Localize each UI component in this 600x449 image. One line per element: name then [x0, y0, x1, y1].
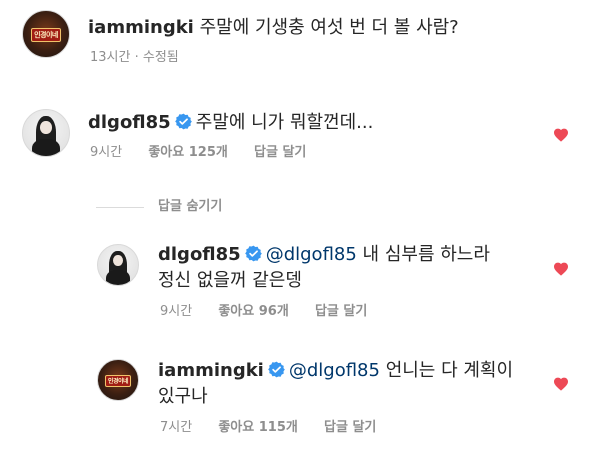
reply-time[interactable]: 9시간: [160, 304, 192, 319]
reply-text-row: iammingki @dlgofl85 언니는 다 계획이: [158, 358, 513, 384]
heart-icon[interactable]: [553, 127, 569, 142]
comment-text-row: dlgofl85 주말에 니가 뭐할껀데...: [88, 110, 373, 136]
comment-text: 주말에 기생충 여섯 번 더 볼 사람?: [199, 17, 459, 38]
heart-icon[interactable]: [553, 376, 569, 391]
comment-username[interactable]: iammingki: [88, 17, 194, 38]
avatar[interactable]: [97, 244, 139, 286]
verified-badge-icon: [244, 245, 262, 262]
verified-badge-icon: [268, 361, 285, 378]
comment-meta: 13시간 · 수정됨: [90, 50, 179, 66]
mention-link[interactable]: @dlgofl85: [289, 360, 380, 381]
avatar[interactable]: 인경이네: [22, 10, 70, 58]
avatar-sign: 인경이네: [31, 28, 61, 42]
comment-username[interactable]: dlgofl85: [88, 112, 171, 133]
reply-text: 언니는 다 계획이: [385, 360, 514, 381]
reply-button[interactable]: 답글 달기: [315, 304, 367, 319]
hide-replies-button[interactable]: 답글 숨기기: [158, 199, 222, 215]
comment-text-row: iammingki 주말에 기생충 여섯 번 더 볼 사람?: [88, 15, 459, 41]
heart-icon[interactable]: [553, 261, 569, 276]
avatar[interactable]: [22, 109, 70, 157]
reply-username[interactable]: dlgofl85: [158, 244, 241, 265]
reply-time[interactable]: 7시간: [160, 420, 192, 435]
reply-text-line2: 있구나: [158, 386, 208, 407]
comment-time[interactable]: 13시간: [90, 50, 130, 65]
divider: [96, 207, 144, 208]
verified-badge-icon: [174, 113, 192, 130]
avatar-sign: 인경이네: [105, 375, 131, 387]
reply-username[interactable]: iammingki: [158, 360, 264, 381]
reply-meta: 9시간 좋아요 96개 답글 달기: [160, 304, 367, 320]
reply-meta: 7시간 좋아요 115개 답글 달기: [160, 420, 376, 436]
reply-text: 내 심부름 하느라: [362, 244, 490, 265]
comment-meta: 9시간 좋아요 125개 답글 달기: [90, 145, 306, 161]
mention-link[interactable]: @dlgofl85: [266, 244, 357, 265]
likes-count[interactable]: 좋아요 96개: [218, 304, 288, 319]
reply-button[interactable]: 답글 달기: [254, 145, 306, 160]
likes-count[interactable]: 좋아요 125개: [148, 145, 228, 160]
reply-button[interactable]: 답글 달기: [324, 420, 376, 435]
reply-text-row: dlgofl85 @dlgofl85 내 심부름 하느라: [158, 242, 490, 268]
edited-label: · 수정됨: [134, 50, 179, 65]
likes-count[interactable]: 좋아요 115개: [218, 420, 298, 435]
comment-time[interactable]: 9시간: [90, 145, 122, 160]
reply-text-line2: 정신 없을꺼 같은뎅: [158, 270, 302, 291]
comment-text: 주말에 니가 뭐할껀데...: [195, 112, 374, 133]
avatar[interactable]: 인경이네: [97, 359, 139, 401]
